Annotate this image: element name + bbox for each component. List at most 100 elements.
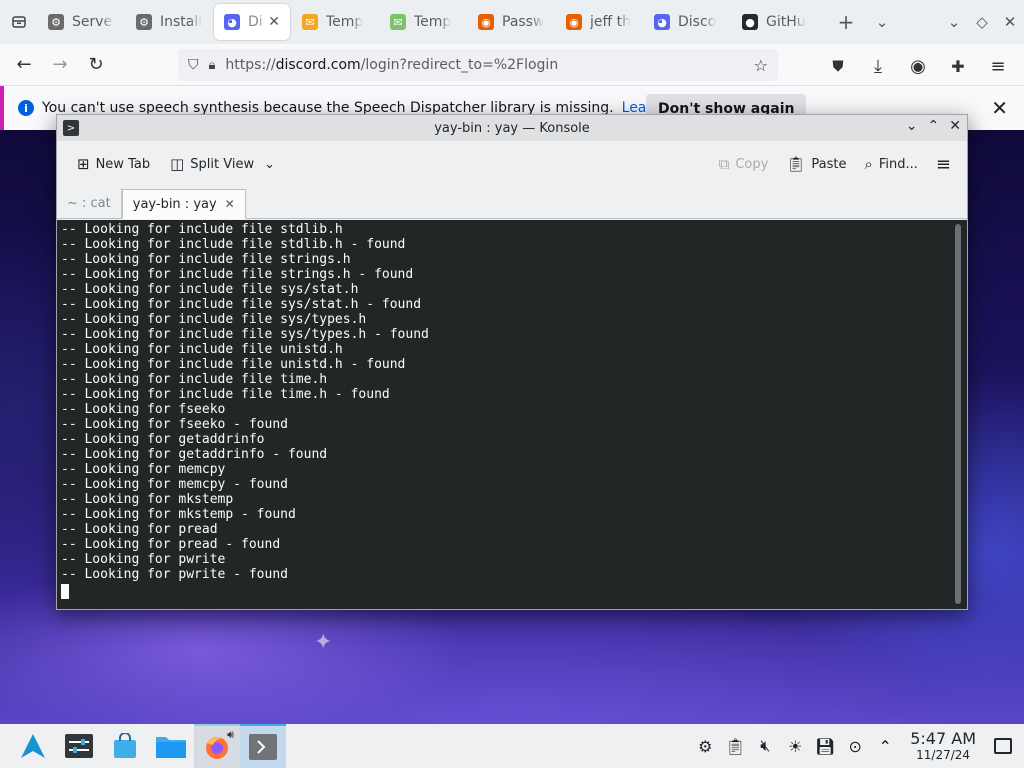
close-notification-button[interactable]: ✕ (991, 96, 1008, 120)
terminal-line: -- Looking for include file stdlib.h - f… (61, 237, 406, 252)
paste-button[interactable]: 📋︎ Paste (780, 149, 852, 179)
terminal-cursor (61, 584, 69, 599)
konsole-window-controls: ⌄ ⌃ ✕ (906, 118, 961, 134)
new-tab-button[interactable]: + (828, 0, 864, 44)
reload-button[interactable]: ↻ (78, 49, 114, 81)
browser-tab-label: Disc (248, 14, 264, 30)
gear-icon: ⚙ (48, 14, 64, 30)
terminal-line: -- Looking for include file unistd.h (61, 342, 343, 357)
clipboard-icon[interactable]: 📋︎ (724, 737, 746, 756)
updates-icon[interactable]: ⊙ (844, 737, 866, 756)
account-icon[interactable]: ◉ (900, 50, 936, 82)
close-window-button[interactable]: ✕ (996, 0, 1024, 44)
konsole-titlebar[interactable]: > yay-bin : yay — Konsole ⌄ ⌃ ✕ (57, 115, 967, 141)
arch-logo-icon (21, 734, 45, 758)
storage-icon[interactable]: 💾︎ (814, 737, 836, 756)
url-text[interactable]: https://discord.com/login?redirect_to=%2… (225, 57, 558, 73)
hamburger-menu-button[interactable]: ≡ (930, 149, 957, 179)
show-desktop-button[interactable] (994, 738, 1012, 754)
lock-icon[interactable]: 🔒︎ (209, 58, 216, 73)
terminal-lines: -- Looking for include file stdlib.h -- L… (61, 222, 967, 582)
browser-tab[interactable]: ⚙ Server (38, 4, 124, 40)
konsole-window: > yay-bin : yay — Konsole ⌄ ⌃ ✕ ⊞ New Ta… (56, 114, 968, 610)
new-tab-button[interactable]: ⊞ New Tab (71, 149, 156, 179)
minimize-button[interactable]: ⌄ (940, 0, 968, 44)
speaker-icon: 🔊︎ (227, 728, 234, 741)
terminal-line: -- Looking for include file sys/stat.h (61, 282, 359, 297)
konsole-tab[interactable]: ~ : cat (57, 188, 122, 218)
extensions-icon[interactable]: ✚ (940, 50, 976, 82)
application-launcher[interactable] (10, 724, 56, 768)
close-tab-icon[interactable]: ✕ (225, 197, 235, 211)
list-all-tabs-button[interactable] (0, 0, 38, 44)
browser-tab-label: Temp (326, 14, 364, 30)
terminal-scrollbar[interactable] (955, 224, 961, 604)
copy-button[interactable]: ⧉ Copy (713, 149, 775, 179)
network-vpn-icon[interactable]: ⚙ (694, 737, 716, 756)
pocket-icon[interactable]: ⛊ (820, 50, 856, 82)
navigation-toolbar: ← → ↻ ⛉ 🔒︎ https://discord.com/login?red… (0, 44, 1024, 86)
konsole-tab[interactable]: yay-bin : yay ✕ (121, 189, 246, 219)
chevron-down-icon[interactable]: ⌄ (864, 0, 900, 44)
back-button[interactable]: ← (6, 49, 42, 81)
terminal-line: -- Looking for pread (61, 522, 218, 537)
terminal-icon (249, 734, 277, 760)
task-system-settings[interactable] (56, 724, 102, 768)
menu-icon[interactable]: ≡ (980, 50, 1016, 82)
terminal-line: -- Looking for pwrite (61, 552, 226, 567)
terminal-line: -- Looking for getaddrinfo (61, 432, 265, 447)
taskbar: 🔊︎ ⚙ 📋︎ 🔇︎ ☀ 💾︎ ⊙ ⌃ 5:47 AM 11/27/24 (0, 724, 1024, 768)
download-icon[interactable]: ⤓ (860, 50, 896, 82)
browser-tab[interactable]: ◕ Disc✕ (214, 4, 290, 40)
terminal-line: -- Looking for getaddrinfo - found (61, 447, 328, 462)
bookmark-star-icon[interactable]: ☆ (754, 56, 768, 75)
terminal-line: -- Looking for mkstemp - found (61, 507, 296, 522)
browser-tab[interactable]: ◉ jeff th (556, 4, 642, 40)
brightness-icon[interactable]: ☀ (784, 737, 806, 756)
browser-tab-label: jeff th (590, 14, 631, 30)
discord-icon: ◕ (224, 14, 240, 30)
konsole-app-icon[interactable]: > (63, 120, 79, 136)
firefox-icon: ◉ (566, 14, 582, 30)
maximize-button[interactable]: ◇ (968, 0, 996, 44)
browser-tab[interactable]: ● GitHu (732, 4, 818, 40)
minimize-button[interactable]: ⌄ (906, 118, 918, 134)
toolbar-right-icons: ⛊ ⤓ ◉ ✚ ≡ (820, 50, 1016, 82)
shield-icon[interactable]: ⛉ (188, 57, 199, 73)
close-tab-icon[interactable]: ✕ (268, 14, 280, 30)
sparkle-icon: ✦ (314, 630, 333, 655)
browser-tab-label: Disco (678, 14, 717, 30)
browser-tab[interactable]: ✉ Temp (380, 4, 466, 40)
clock[interactable]: 5:47 AM 11/27/24 (910, 729, 976, 763)
forward-button[interactable]: → (42, 49, 78, 81)
task-konsole[interactable] (240, 724, 286, 768)
clock-time: 5:47 AM (910, 729, 976, 748)
task-discover[interactable] (102, 724, 148, 768)
url-bar[interactable]: ⛉ 🔒︎ https://discord.com/login?redirect_… (178, 49, 778, 81)
task-firefox[interactable]: 🔊︎ (194, 724, 240, 768)
browser-tab-label: Install (160, 14, 202, 30)
close-button[interactable]: ✕ (949, 118, 961, 134)
gear-icon: ⚙ (136, 14, 152, 30)
find-button[interactable]: ⌕ Find... (858, 149, 923, 179)
terminal-output[interactable]: -- Looking for include file stdlib.h -- L… (57, 220, 967, 609)
maximize-button[interactable]: ⌃ (928, 118, 940, 134)
konsole-toolbar-right: ⧉ Copy 📋︎ Paste ⌕ Find... ≡ (713, 149, 957, 179)
browser-tabs: ⚙ Server ⚙ Install ◕ Disc✕ ✉ Temp ✉ Temp ◉ Passw ◉ je… (38, 4, 818, 40)
browser-tab[interactable]: ◕ Disco (644, 4, 730, 40)
chevron-up-icon[interactable]: ⌃ (874, 737, 896, 756)
terminal-line: -- Looking for include file time.h (61, 372, 328, 387)
task-file-manager[interactable] (148, 724, 194, 768)
paste-icon: 📋︎ (786, 155, 806, 173)
browser-tab[interactable]: ✉ Temp (292, 4, 378, 40)
terminal-line: -- Looking for include file sys/types.h … (61, 327, 429, 342)
volume-muted-icon[interactable]: 🔇︎ (754, 736, 776, 756)
terminal-line: -- Looking for include file unistd.h - f… (61, 357, 406, 372)
browser-tab[interactable]: ⚙ Install (126, 4, 212, 40)
chevron-down-icon: ⌄ (264, 156, 275, 172)
split-view-button[interactable]: ◫ Split View ⌄ (164, 149, 281, 179)
terminal-line: -- Looking for fseeko - found (61, 417, 288, 432)
browser-tab[interactable]: ◉ Passw (468, 4, 554, 40)
new-tab-label: New Tab (95, 156, 151, 172)
github-icon: ● (742, 14, 758, 30)
